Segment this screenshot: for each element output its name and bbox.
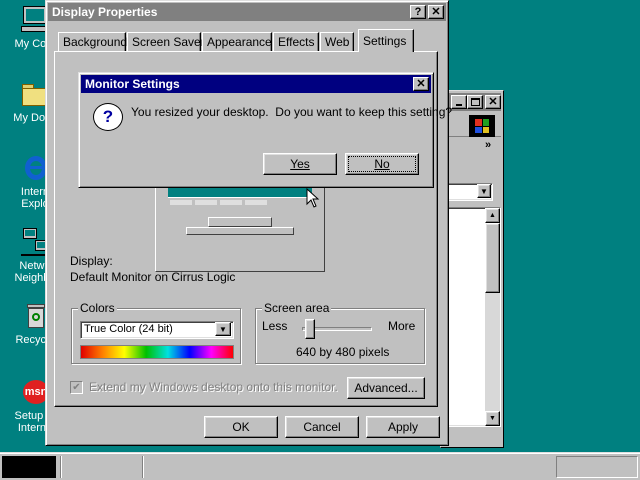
taskbar-separator: [60, 456, 62, 478]
screen-area-group-label: Screen area: [262, 301, 332, 315]
scroll-up-button[interactable]: ▲: [485, 208, 500, 223]
screen-area-slider-thumb[interactable]: [305, 319, 315, 339]
mouse-pointer-icon: [306, 187, 320, 211]
ok-button-label: OK: [232, 420, 250, 434]
scroll-down-button[interactable]: ▼: [485, 411, 500, 426]
arrow-up-icon: ▲: [489, 212, 496, 219]
display-label: Display:: [70, 254, 113, 268]
colors-group-label: Colors: [78, 301, 117, 315]
close-button[interactable]: ✕: [413, 77, 429, 91]
tab-web[interactable]: Web: [320, 32, 354, 51]
tab-label: Appearance: [207, 35, 272, 49]
less-label: Less: [262, 319, 288, 333]
cancel-button-label: Cancel: [303, 420, 341, 434]
tab-label: Background: [63, 35, 128, 49]
question-mark-icon: ?: [414, 5, 422, 18]
system-tray: [556, 456, 638, 478]
colors-dropdown-value: True Color (24 bit): [84, 323, 173, 335]
display-properties-window: Display Properties ? ✕ Background Screen…: [45, 0, 449, 446]
colors-group: Colors True Color (24 bit) ▼: [71, 301, 241, 364]
tab-settings[interactable]: Settings: [358, 29, 414, 52]
chevron-right-icon[interactable]: »: [485, 139, 491, 151]
tab-screen-saver[interactable]: Screen Saver: [127, 32, 205, 51]
monitor-settings-titlebar[interactable]: Monitor Settings: [81, 75, 431, 93]
minimize-button[interactable]: [451, 95, 467, 109]
display-value: Default Monitor on Cirrus Logic: [70, 270, 236, 284]
help-button[interactable]: ?: [410, 5, 426, 19]
color-spectrum-bar: [80, 345, 234, 359]
extend-desktop-label: Extend my Windows desktop onto this moni…: [89, 380, 338, 394]
tab-background[interactable]: Background: [58, 32, 128, 51]
no-button-label: No: [374, 157, 390, 171]
close-icon: ✕: [488, 95, 498, 108]
apply-button-label: Apply: [387, 420, 419, 434]
checkmark-icon: ✔: [72, 381, 81, 393]
monitor-screen-taskbar: [168, 197, 312, 207]
ok-button[interactable]: OK: [204, 416, 278, 438]
monitor-base: [186, 227, 294, 235]
monitor-stand: [208, 217, 272, 227]
close-button[interactable]: ✕: [428, 5, 444, 19]
maximize-button[interactable]: [467, 95, 483, 109]
address-dropdown[interactable]: ▼: [443, 183, 493, 201]
background-window[interactable]: ✕ » ▼ ▲ ▼: [440, 90, 504, 448]
maximize-icon: [470, 98, 480, 106]
dialog-title: Monitor Settings: [85, 77, 180, 91]
extend-desktop-checkbox-row[interactable]: ✔ Extend my Windows desktop onto this mo…: [70, 380, 338, 394]
taskbar: [0, 452, 640, 480]
tab-label: Screen Saver: [132, 35, 205, 49]
start-button[interactable]: [2, 456, 56, 478]
more-label: More: [388, 319, 416, 333]
cancel-button[interactable]: Cancel: [285, 416, 359, 438]
extend-desktop-checkbox[interactable]: ✔: [70, 380, 83, 394]
chevron-down-icon: ▼: [219, 324, 227, 334]
chevron-down-icon: ▼: [480, 186, 488, 196]
question-icon: ?: [93, 103, 123, 131]
resolution-text: 640 by 480 pixels: [296, 345, 390, 359]
close-icon: ✕: [431, 5, 441, 18]
dialog-message: You resized your desktop. Do you want to…: [131, 105, 453, 119]
dropdown-button[interactable]: ▼: [477, 184, 491, 198]
window-title: Display Properties: [52, 5, 158, 19]
monitor-settings-dialog: Monitor Settings ✕ ? You resized your de…: [78, 72, 452, 188]
apply-button[interactable]: Apply: [366, 416, 440, 438]
tab-effects[interactable]: Effects: [273, 32, 319, 51]
scroll-thumb[interactable]: [485, 223, 500, 293]
close-button[interactable]: ✕: [485, 95, 501, 109]
content-pane: ▲ ▼: [443, 207, 501, 427]
screen-area-group: Screen area Less More 640 by 480 pixels: [255, 301, 425, 364]
taskbar-separator: [142, 456, 144, 478]
vertical-scrollbar[interactable]: ▲ ▼: [485, 208, 500, 426]
advanced-button-label: Advanced...: [354, 381, 418, 395]
dropdown-button[interactable]: ▼: [215, 322, 231, 336]
yes-button-label: Yes: [290, 157, 310, 171]
display-properties-titlebar[interactable]: Display Properties: [48, 3, 446, 21]
windows-logo-icon: [469, 115, 495, 137]
tab-label: Effects: [278, 35, 315, 49]
tab-label: Web: [325, 35, 350, 49]
minimize-icon: [456, 104, 462, 106]
close-icon: ✕: [416, 77, 426, 90]
advanced-button[interactable]: Advanced...: [347, 377, 425, 399]
monitor-preview: [155, 182, 325, 272]
no-button[interactable]: No: [345, 153, 419, 175]
arrow-down-icon: ▼: [489, 415, 496, 422]
yes-button[interactable]: Yes: [263, 153, 337, 175]
colors-dropdown[interactable]: True Color (24 bit) ▼: [80, 321, 234, 339]
tab-appearance[interactable]: Appearance: [202, 32, 272, 51]
tab-label: Settings: [363, 34, 407, 48]
